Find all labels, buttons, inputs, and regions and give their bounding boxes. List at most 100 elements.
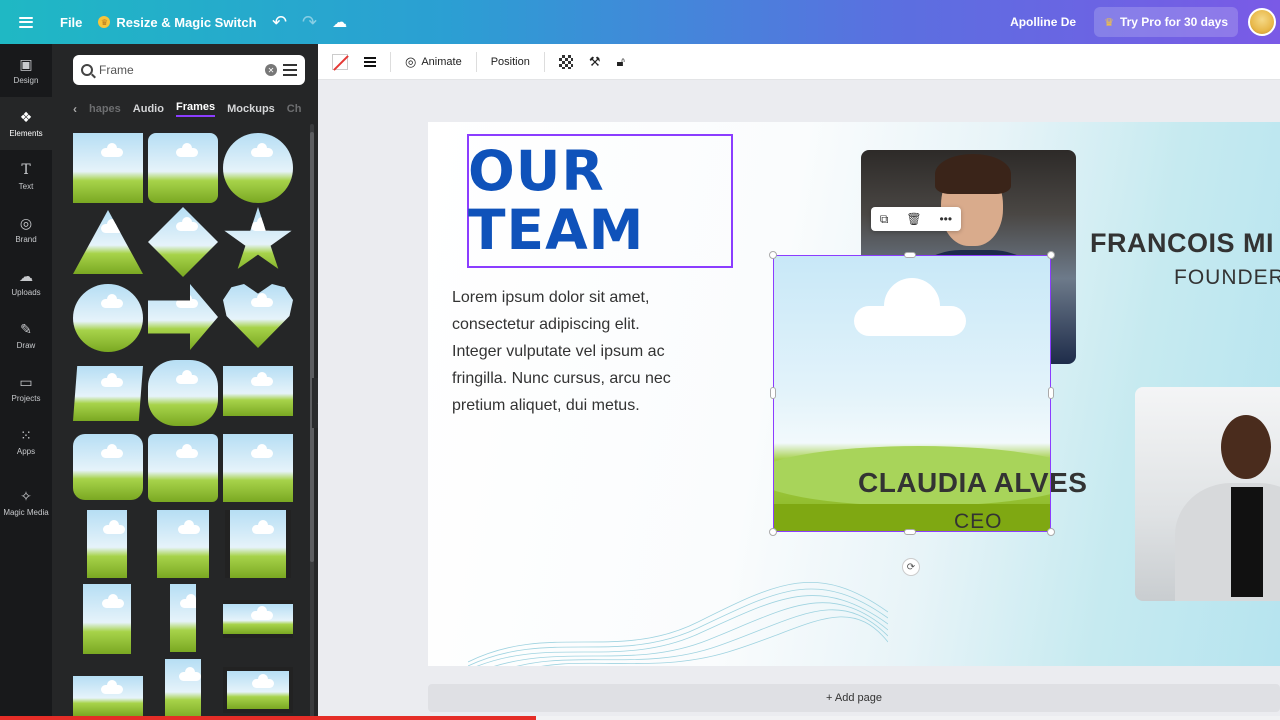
frame-arrow[interactable] — [148, 284, 218, 350]
frame-parallelogram[interactable] — [73, 366, 143, 421]
tab-shapes[interactable]: hapes — [89, 103, 121, 115]
elements-panel: ✕ ‹ hapes Audio Frames Mockups Ch › — [52, 44, 318, 720]
team-photo-woman[interactable] — [1135, 387, 1280, 601]
frame-film-strip[interactable] — [225, 510, 291, 578]
redo-button[interactable]: ↷ — [295, 7, 325, 37]
top-bar: File ♛ Resize & Magic Switch ↶ ↷ ☁ Apoll… — [0, 0, 1280, 44]
copy-style-button[interactable]: ⚒ — [583, 48, 607, 76]
tab-mockups[interactable]: Mockups — [227, 103, 275, 115]
animate-button[interactable]: ◎ Animate — [399, 48, 468, 76]
more-options-icon[interactable]: ••• — [939, 212, 952, 226]
frame-cracked[interactable] — [223, 434, 293, 502]
frame-square[interactable] — [73, 133, 143, 203]
frame-wave[interactable] — [223, 366, 293, 416]
design-slide[interactable]: OUR TEAM Lorem ipsum dolor sit amet, con… — [428, 122, 1280, 666]
body-line: consectetur adipiscing elit. — [452, 316, 640, 333]
frame-paper-medium[interactable] — [157, 510, 209, 578]
rail-item-draw[interactable]: ✎ Draw — [0, 309, 52, 362]
file-menu-button[interactable]: File — [52, 7, 90, 37]
frame-paper-tall[interactable] — [87, 510, 127, 578]
tab-audio[interactable]: Audio — [133, 103, 164, 115]
redo-icon: ↷ — [302, 11, 318, 32]
duplicate-icon[interactable]: ⧉ — [880, 212, 889, 227]
search-input[interactable] — [99, 63, 259, 77]
resize-handle-tl[interactable] — [769, 251, 777, 259]
frame-heart[interactable] — [223, 284, 293, 348]
rail-label: Design — [13, 76, 39, 85]
rail-item-design[interactable]: ▣ Design — [0, 44, 52, 97]
resize-handle-bl[interactable] — [769, 528, 777, 536]
animate-icon: ◎ — [405, 53, 417, 69]
rail-item-projects[interactable]: ▭ Projects — [0, 362, 52, 415]
resize-handle-bottom[interactable] — [904, 529, 916, 535]
frame-scallop[interactable] — [148, 360, 218, 426]
resize-handle-tr[interactable] — [1047, 251, 1055, 259]
slide-body-text[interactable]: Lorem ipsum dolor sit amet, consectetur … — [452, 284, 732, 419]
rail-item-apps[interactable]: ⁙ Apps — [0, 415, 52, 468]
no-color-icon — [332, 53, 348, 70]
member-name[interactable]: FRANCOIS MI — [1090, 228, 1274, 259]
frame-diamond[interactable] — [148, 207, 218, 277]
try-pro-button[interactable]: ♛ Try Pro for 30 days — [1094, 7, 1238, 37]
resize-handle-right[interactable] — [1048, 387, 1054, 399]
frame-triple-film[interactable] — [223, 600, 293, 638]
rotate-handle[interactable]: ⟳ — [902, 558, 920, 576]
tab-frames[interactable]: Frames — [175, 101, 216, 117]
divider — [475, 51, 477, 72]
rail-label: Apps — [16, 447, 36, 456]
add-page-button[interactable]: + Add page — [428, 684, 1280, 712]
frame-torn[interactable] — [73, 434, 143, 500]
frame-ticket[interactable] — [148, 434, 218, 502]
border-color-button[interactable] — [326, 48, 354, 76]
resize-handle-left[interactable] — [770, 387, 776, 399]
divider — [390, 51, 391, 72]
decorative-wave-lines — [468, 582, 888, 666]
projects-icon: ▭ — [19, 373, 33, 390]
frame-circle[interactable] — [223, 133, 293, 203]
rail-item-text[interactable]: T Text — [0, 150, 52, 203]
member-name[interactable]: CLAUDIA ALVES — [858, 467, 1087, 499]
rail-label: Magic Media — [3, 508, 49, 517]
chevron-left-icon[interactable]: ‹ — [73, 102, 77, 116]
cloud-save-status[interactable]: ☁ — [325, 7, 355, 37]
text-icon: T — [21, 162, 31, 178]
frame-double-vertical[interactable] — [170, 584, 196, 652]
frame-monitor[interactable] — [223, 667, 293, 713]
rail-label: Uploads — [11, 288, 41, 297]
filter-icon[interactable] — [283, 64, 297, 76]
transparency-button[interactable] — [553, 48, 579, 76]
crown-icon: ♛ — [98, 16, 111, 28]
context-toolbar: ◎ Animate Position ⚒ 🔓︎ — [318, 44, 1280, 80]
resize-handle-br[interactable] — [1047, 528, 1055, 536]
resize-magic-switch-button[interactable]: ♛ Resize & Magic Switch — [90, 7, 264, 37]
body-line: Lorem ipsum dolor sit amet, — [452, 289, 650, 306]
main-menu-button[interactable] — [0, 0, 52, 44]
border-style-icon — [364, 56, 376, 67]
member-role[interactable]: FOUNDER — [1174, 266, 1280, 290]
rail-item-magic-media[interactable]: ✧ Magic Media — [0, 476, 52, 529]
resize-handle-top[interactable] — [904, 252, 916, 258]
frame-tall-panel[interactable] — [165, 659, 201, 719]
tab-charts[interactable]: Ch — [287, 103, 302, 115]
frame-badge[interactable] — [73, 284, 143, 352]
rail-item-elements[interactable]: ❖ Elements — [0, 97, 52, 150]
frame-rounded-square[interactable] — [148, 133, 218, 203]
frame-star[interactable] — [224, 207, 292, 269]
video-progress-bar[interactable] — [0, 716, 1280, 720]
position-button[interactable]: Position — [485, 48, 536, 76]
rail-item-uploads[interactable]: ☁ Uploads — [0, 256, 52, 309]
border-style-button[interactable] — [358, 48, 382, 76]
lock-button[interactable]: 🔓︎ — [611, 48, 631, 76]
member-role[interactable]: CEO — [954, 510, 1003, 534]
frame-photo-vertical[interactable] — [83, 584, 131, 654]
frame-triangle[interactable] — [73, 210, 143, 274]
title-line: OUR — [468, 139, 605, 203]
trash-icon[interactable]: 🗑︎ — [906, 212, 921, 226]
body-line: pretium aliquet, dui metus. — [452, 397, 640, 414]
avatar[interactable] — [1248, 8, 1276, 36]
rail-item-brand[interactable]: ◎ Brand — [0, 203, 52, 256]
slide-title[interactable]: OUR TEAM — [468, 142, 644, 260]
frame-triptych[interactable] — [73, 676, 143, 716]
clear-search-icon[interactable]: ✕ — [265, 64, 277, 76]
undo-button[interactable]: ↶ — [265, 7, 295, 37]
